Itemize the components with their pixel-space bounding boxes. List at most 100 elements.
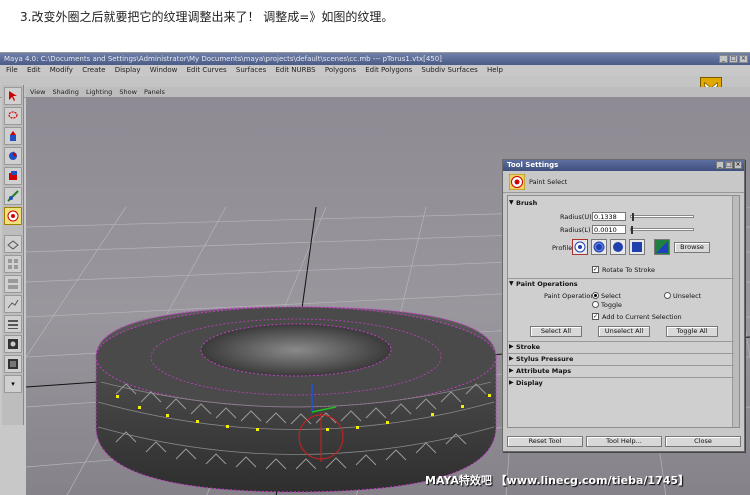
section-stylus-pressure-label: Stylus Pressure — [516, 355, 574, 363]
select-radio[interactable] — [592, 292, 599, 299]
layout-persp-icon[interactable] — [4, 355, 22, 373]
section-stroke[interactable]: ▶ Stroke — [508, 341, 734, 351]
section-stroke-label: Stroke — [516, 343, 541, 351]
toggle-radio-label: Toggle — [601, 301, 622, 309]
scale-tool-icon[interactable] — [4, 167, 22, 185]
tool-settings-title-bar[interactable]: Tool Settings _ □ × — [503, 160, 744, 171]
layout-outliner-icon[interactable] — [4, 315, 22, 333]
section-display-label: Display — [516, 379, 543, 387]
tool-help-button[interactable]: Tool Help... — [586, 436, 662, 447]
collapsed-arrow-icon: ▶ — [509, 343, 514, 350]
viewport-menu-view[interactable]: View — [30, 88, 45, 96]
profile-square-button[interactable] — [629, 239, 645, 255]
radius-l-slider[interactable] — [630, 226, 694, 234]
section-attribute-maps[interactable]: ▶ Attribute Maps — [508, 365, 734, 375]
viewport-menu-shading[interactable]: Shading — [53, 88, 79, 96]
close-button[interactable]: Close — [665, 436, 741, 447]
section-brush[interactable]: ▼ Brush — [508, 198, 734, 208]
unselect-radio[interactable] — [664, 292, 671, 299]
rotate-tool-icon[interactable] — [4, 147, 22, 165]
collapsed-arrow-icon: ▶ — [509, 367, 514, 374]
radius-u-slider[interactable] — [630, 213, 694, 221]
expanded-arrow-icon: ▼ — [509, 199, 514, 206]
menu-edit[interactable]: Edit — [27, 66, 41, 74]
tool-settings-scrollbar[interactable] — [732, 196, 739, 427]
radius-l-field[interactable] — [592, 225, 626, 234]
manipulator-tool-icon[interactable] — [4, 187, 22, 205]
menu-create[interactable]: Create — [82, 66, 105, 74]
move-tool-icon[interactable] — [4, 127, 22, 145]
paint-select-icon — [509, 173, 525, 190]
viewport-menu-lighting[interactable]: Lighting — [86, 88, 112, 96]
tool-settings-title: Tool Settings — [507, 161, 559, 169]
menu-modify[interactable]: Modify — [50, 66, 73, 74]
tool-settings-window: Tool Settings _ □ × Paint Select ▼ Brush… — [502, 159, 745, 452]
select-all-button[interactable]: Select All — [530, 326, 582, 337]
ts-maximize-icon[interactable]: □ — [725, 161, 733, 169]
current-tool-name: Paint Select — [529, 177, 568, 186]
rotate-to-stroke-checkbox[interactable]: ✓ — [592, 266, 599, 273]
layout-split-icon[interactable] — [4, 275, 22, 293]
minimize-icon[interactable]: _ — [719, 55, 728, 63]
watermark: MAYA特效吧 【www.linecg.com/tieba/1745】 — [425, 474, 690, 487]
profile-gaussian-icon — [574, 241, 586, 253]
viewport-menu-panels[interactable]: Panels — [144, 88, 165, 96]
viewport-menu-bar: View Shading Lighting Show Panels — [26, 87, 750, 97]
maximize-icon[interactable]: □ — [729, 55, 738, 63]
profile-gaussian-button[interactable] — [572, 239, 588, 255]
section-paint-operations-label: Paint Operations — [516, 280, 578, 288]
reset-tool-button[interactable]: Reset Tool — [507, 436, 583, 447]
collapsed-arrow-icon: ▶ — [509, 379, 514, 386]
radius-u-slider-thumb[interactable] — [632, 213, 634, 221]
viewport-menu-show[interactable]: Show — [119, 88, 137, 96]
main-menu-bar: File Edit Modify Create Display Window E… — [0, 65, 750, 76]
menu-window[interactable]: Window — [150, 66, 178, 74]
layout-hypershade-icon[interactable] — [4, 335, 22, 353]
toolbox: ▾ — [2, 85, 24, 425]
layout-four-icon[interactable] — [4, 255, 22, 273]
menu-display[interactable]: Display — [115, 66, 141, 74]
ts-minimize-icon[interactable]: _ — [716, 161, 724, 169]
menu-edit-nurbs[interactable]: Edit NURBS — [275, 66, 315, 74]
ts-close-icon[interactable]: × — [734, 161, 742, 169]
paint-operation-label: Paint Operation — [544, 292, 595, 300]
section-display[interactable]: ▶ Display — [508, 377, 734, 387]
menu-polygons[interactable]: Polygons — [325, 66, 356, 74]
profile-solid-button[interactable] — [610, 239, 626, 255]
paint-select-tool-icon[interactable] — [4, 207, 22, 225]
layout-single-icon[interactable] — [4, 235, 22, 253]
lasso-tool-icon[interactable] — [4, 107, 22, 125]
unselect-all-button[interactable]: Unselect All — [598, 326, 650, 337]
close-icon[interactable]: × — [739, 55, 748, 63]
section-paint-operations[interactable]: ▼ Paint Operations — [508, 278, 734, 288]
menu-edit-curves[interactable]: Edit Curves — [187, 66, 227, 74]
rotate-to-stroke-label: Rotate To Stroke — [602, 266, 655, 274]
layout-graph-icon[interactable] — [4, 295, 22, 313]
browse-button[interactable]: Browse — [674, 242, 710, 253]
maya-window-title: Maya 4.0: C:\Documents and Settings\Admi… — [4, 55, 442, 63]
layout-more-icon[interactable]: ▾ — [4, 375, 22, 393]
radius-u-label: Radius(U) — [560, 213, 592, 221]
menu-edit-polygons[interactable]: Edit Polygons — [365, 66, 412, 74]
radius-l-label: Radius(L) — [560, 226, 591, 234]
section-brush-label: Brush — [516, 199, 538, 207]
section-stylus-pressure[interactable]: ▶ Stylus Pressure — [508, 353, 734, 363]
profile-custom-icon — [656, 241, 668, 253]
profile-solid-icon — [613, 242, 623, 252]
radius-l-slider-thumb[interactable] — [631, 226, 633, 234]
select-tool-icon[interactable] — [4, 87, 22, 105]
maya-title-bar: Maya 4.0: C:\Documents and Settings\Admi… — [0, 53, 750, 65]
profile-soft-button[interactable] — [591, 239, 607, 255]
add-to-current-selection-label: Add to Current Selection — [602, 313, 682, 321]
menu-subdiv-surfaces[interactable]: Subdiv Surfaces — [421, 66, 477, 74]
toggle-radio[interactable] — [592, 301, 599, 308]
menu-help[interactable]: Help — [487, 66, 503, 74]
unselect-radio-label: Unselect — [673, 292, 702, 300]
add-to-current-selection-checkbox[interactable]: ✓ — [592, 313, 599, 320]
menu-surfaces[interactable]: Surfaces — [236, 66, 266, 74]
toggle-all-button[interactable]: Toggle All — [666, 326, 718, 337]
menu-file[interactable]: File — [6, 66, 18, 74]
torus-tire-model[interactable] — [86, 302, 506, 495]
profile-label: Profile — [552, 244, 573, 252]
radius-u-field[interactable] — [592, 212, 626, 221]
